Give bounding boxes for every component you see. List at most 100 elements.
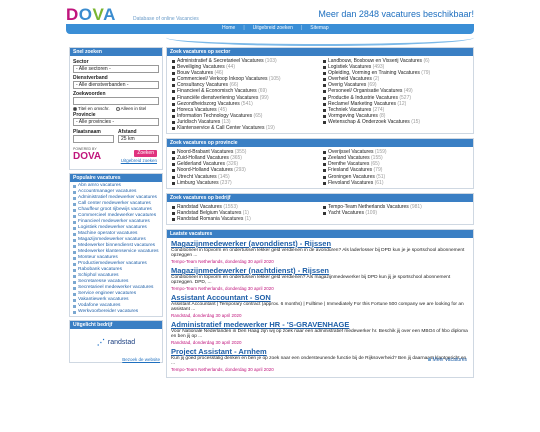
popular-vacancy-link[interactable]: Werkvoorbereider vacatures — [72, 309, 160, 315]
provincie-item[interactable]: Flevoland Vacatures (61) — [322, 180, 469, 186]
sector-item-count: (274) — [372, 106, 385, 113]
visit-website-link[interactable]: Bezoek de website — [70, 357, 162, 362]
bedrijf-item-label[interactable]: Randstad Belgium Vacatures — [177, 210, 241, 216]
sector-item[interactable]: Klantenservice & Call Center Vacatures (… — [171, 125, 318, 131]
radio-titel-omschr[interactable]: Titel en omschr. — [73, 106, 110, 111]
vacancy-title-link[interactable]: Project Assistant - Arnhem — [171, 347, 469, 356]
sector-item-label[interactable]: Overheid Vacatures — [328, 76, 372, 82]
sector-item-label[interactable]: Personeel/ Organisatie Vacatures — [328, 88, 402, 94]
provincie-item-label[interactable]: Limburg Vacatures — [177, 180, 219, 186]
vacancy-entry: Assistant Accountant - SON Assistant Acco… — [171, 293, 469, 318]
sector-item-count: (103) — [265, 58, 277, 64]
bedrijf-item-label[interactable]: Randstad Vacatures — [177, 204, 222, 210]
nav-uitgebreid-zoeken[interactable]: Uitgebreid zoeken — [253, 25, 293, 31]
popular-list: Abn amro vacatures Accountmanager vacatur… — [70, 182, 162, 316]
vacancy-meta: Tempo-Team Netherlands, donderdag 30 apr… — [171, 366, 274, 372]
bedrijf-item-count: (109) — [365, 209, 378, 216]
sector-item-count: (15) — [411, 118, 421, 125]
more-vacancies-link[interactable]: Meer vacatures — [428, 357, 467, 363]
provincie-item-label[interactable]: Zuid-Holland Vacatures — [177, 155, 229, 161]
provincie-item-label[interactable]: Drenthe Vacatures — [328, 161, 369, 167]
provincie-item-count: (355) — [234, 149, 247, 156]
sector-item-label[interactable]: Administratief & Secretarieel Vacatures — [177, 58, 264, 64]
page: { "header":{"logo":["D","O","V","A"],"ta… — [0, 0, 540, 432]
bedrijf-item[interactable]: Yacht Vacatures (109) — [322, 210, 469, 216]
sector-item-label[interactable]: Productie & Industrie Vacatures — [328, 95, 398, 101]
vacancy-meta: Tempo-Team Netherlands, donderdag 30 apr… — [171, 258, 274, 264]
sector-item-count: (8) — [379, 112, 386, 119]
sector-item-label[interactable]: Opleiding, Vorming en Training Vacatures — [328, 70, 420, 76]
sector-item-label[interactable]: Financieel & Economisch Vacatures — [177, 88, 257, 94]
nav-sitemap[interactable]: Sitemap — [310, 25, 328, 31]
left-column: Snel zoeken Sector - Alle sectoren - Die… — [69, 47, 163, 366]
provincie-item-count: (155) — [371, 155, 383, 162]
sector-item-count: (99) — [259, 94, 269, 101]
vacancy-entry: Magazijnmedewerker (nachtdienst) - Rijss… — [171, 266, 469, 291]
provincie-item-label[interactable]: Noord-Holland Vacatures — [177, 167, 233, 173]
provincie-item-label[interactable]: Noord-Brabant Vacatures — [177, 149, 233, 155]
afstand-select[interactable]: 25 km — [118, 135, 159, 143]
sector-item-label[interactable]: Klantenservice & Call Center Vacatures — [177, 125, 264, 131]
randstad-logo[interactable]: ⋰ randstad — [70, 329, 162, 355]
sector-select[interactable]: - Alle sectoren - — [73, 65, 159, 73]
provincie-item-label[interactable]: Groningen Vacatures — [328, 174, 375, 180]
provincie-item-label[interactable]: Zeeland Vacatures — [328, 155, 370, 161]
zoekwoorden-input[interactable] — [73, 97, 159, 105]
bedrijf-item-label[interactable]: Randstad Romania Vacatures — [177, 216, 243, 222]
vacancy-title-link[interactable]: Administratief medewerker HR - 'S-GRAVEN… — [171, 320, 469, 329]
provincie-item-label[interactable]: Overijssel Vacatures — [328, 149, 373, 155]
sector-item-label[interactable]: Reclame/ Marketing Vacatures — [328, 101, 396, 107]
sector-item[interactable]: Wetenschap & Onderzoek Vacatures (15) — [322, 119, 469, 125]
bedrijf-item-label[interactable]: Yacht Vacatures — [328, 210, 364, 216]
sector-item-label[interactable]: Gezondheidszorg Vacatures — [177, 101, 240, 107]
vacancy-title-link[interactable]: Assistant Accountant - SON — [171, 293, 469, 302]
provincie-item-label[interactable]: Gelderland Vacatures — [177, 161, 225, 167]
provincie-select[interactable]: - Alle provincies - — [73, 118, 159, 126]
provincie-item-label[interactable]: Friesland Vacatures — [328, 167, 372, 173]
provincie-item-count: (237) — [220, 179, 232, 186]
popular-box: Populaire vacatures Abn amro vacatures Ac… — [69, 173, 163, 317]
sector-item-label[interactable]: Wetenschap & Onderzoek Vacatures — [328, 119, 410, 125]
uitgebreid-zoeken-link[interactable]: Uitgebreid zoeken — [121, 158, 157, 163]
sector-item-count: (45) — [218, 106, 227, 113]
bedrijf-item-count: (1) — [244, 215, 251, 222]
sector-item-label[interactable]: Commercieel/ Verkoop Inkoop Vacatures — [177, 76, 268, 82]
plaatsnaam-input[interactable] — [73, 135, 114, 143]
provincie-item-label[interactable]: Utrecht Vacatures — [177, 174, 217, 180]
vacancy-meta: Tempo-Team Netherlands, donderdag 30 apr… — [171, 285, 274, 291]
popular-title: Populaire vacatures — [70, 174, 162, 182]
featured-company-title: Uitgelicht bedrijf — [70, 321, 162, 329]
bedrijf-item[interactable]: Randstad Romania Vacatures (1) — [171, 216, 318, 222]
sector-item-label[interactable]: Juridisch Vacatures — [177, 119, 220, 125]
sector-item-count: (6) — [423, 58, 430, 64]
provincie-item-label[interactable]: Flevoland Vacatures — [328, 180, 373, 186]
quick-search-box: Snel zoeken Sector - Alle sectoren - Die… — [69, 47, 163, 170]
radio-alleen-titel[interactable]: Alleen in titel — [115, 106, 146, 111]
sector-item-label[interactable]: Bouw Vacatures — [177, 70, 213, 76]
provincie-item[interactable]: Limburg Vacatures (237) — [171, 180, 318, 186]
zoeken-button[interactable]: Zoeken — [134, 150, 157, 157]
vacancy-title-link[interactable]: Magazijnmedewerker (avonddienst) - Rijss… — [171, 239, 469, 248]
sector-item-count: (493) — [372, 64, 385, 71]
dienstverband-select[interactable]: - Alle dienstverbanden - — [73, 81, 159, 89]
sector-item-label[interactable]: Overig Vacatures — [328, 82, 366, 88]
sector-item-count: (105) — [268, 76, 281, 83]
vacancy-entry: Magazijnmedewerker (avonddienst) - Rijss… — [171, 239, 469, 264]
provincie-item-count: (51) — [376, 173, 386, 180]
sector-item-label[interactable]: Information Technology Vacatures — [177, 113, 252, 119]
provincie-item-count: (293) — [234, 167, 246, 174]
vacancy-title-link[interactable]: Magazijnmedewerker (nachtdienst) - Rijss… — [171, 266, 469, 275]
sector-item-label[interactable]: Landbouw, Bosbouw en Visserij Vacatures — [328, 58, 422, 64]
sector-item-label[interactable]: Horeca Vacatures — [177, 107, 217, 113]
sector-item-label[interactable]: Consultancy Vacatures — [177, 82, 228, 88]
sector-item-label[interactable]: Logistiek Vacatures — [328, 64, 371, 70]
dova-logo[interactable]: DOVA — [66, 6, 116, 24]
sector-item-label[interactable]: Vormgeving Vacatures — [328, 113, 378, 119]
sector-item-count: (12) — [397, 100, 407, 107]
sector-item-label[interactable]: Financiële dienstverlening Vacatures — [177, 95, 258, 101]
sector-item-label[interactable]: Techniek Vacatures — [328, 107, 371, 113]
bedrijf-item-label[interactable]: Tempo-Team Netherlands Vacatures — [328, 204, 409, 210]
nav-home[interactable]: Home — [222, 25, 235, 31]
provincie-item-count: (145) — [218, 173, 230, 180]
sector-item-label[interactable]: Beveiliging Vacatures — [177, 64, 225, 70]
